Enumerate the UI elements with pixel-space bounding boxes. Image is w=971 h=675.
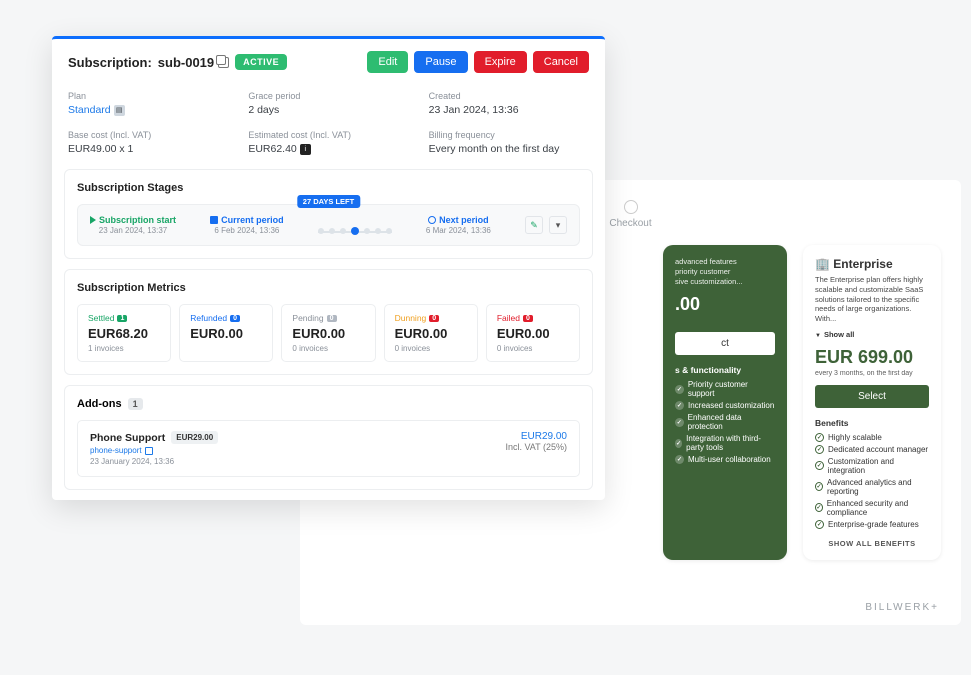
- brand-logo: BILLWERK+: [865, 602, 939, 613]
- play-icon: [90, 216, 96, 224]
- edit-button[interactable]: Edit: [367, 51, 408, 73]
- show-all-desc-button[interactable]: Show all: [815, 330, 929, 339]
- clock-icon: [428, 216, 436, 224]
- checkout-step-icon: [624, 200, 638, 214]
- calendar-icon: [210, 216, 218, 224]
- metric-pending: Pending0 EUR0.00 0 invoices: [281, 304, 375, 362]
- subscription-detail-modal: Subscription: sub-0019 ACTIVE Edit Pause…: [52, 36, 605, 500]
- addons-section: Add-ons 1 Phone Support EUR29.00 phone-s…: [64, 385, 593, 490]
- plan-card-enterprise: 🏢 Enterprise The Enterprise plan offers …: [803, 245, 941, 560]
- subscription-details-grid: Plan Standard▤ Grace period 2 days Creat…: [52, 85, 605, 169]
- expire-button[interactable]: Expire: [474, 51, 527, 73]
- stage-current: Current period 6 Feb 2024, 13:36: [210, 215, 284, 235]
- stages-section: Subscription Stages 27 DAYS LEFT Subscri…: [64, 169, 593, 259]
- metric-dunning: Dunning0 EUR0.00 0 invoices: [384, 304, 478, 362]
- metrics-section: Subscription Metrics Settled1 EUR68.20 1…: [64, 269, 593, 375]
- show-all-benefits-button[interactable]: SHOW ALL BENEFITS: [815, 539, 929, 548]
- status-badge: ACTIVE: [235, 54, 287, 70]
- subscription-id: sub-0019: [158, 55, 214, 70]
- stage-start: Subscription start 23 Jan 2024, 13:37: [90, 215, 176, 235]
- stage-next: Next period 6 Mar 2024, 13:36: [426, 215, 491, 235]
- select-plan-enterprise-button[interactable]: Select: [815, 385, 929, 408]
- copy-id-icon[interactable]: [218, 57, 229, 68]
- plan-enterprise-price: EUR 699.00: [815, 347, 929, 368]
- plan-enterprise-title: 🏢 Enterprise: [815, 257, 929, 271]
- pause-button[interactable]: Pause: [414, 51, 467, 73]
- days-left-badge: 27 DAYS LEFT: [297, 195, 360, 208]
- copy-addon-slug-icon[interactable]: [145, 447, 153, 455]
- addon-item: Phone Support EUR29.00 phone-support 23 …: [77, 420, 580, 477]
- checkout-step-label: Checkout: [609, 218, 651, 229]
- expand-stage-icon[interactable]: ▾: [549, 216, 567, 234]
- plan-card-pro: advanced features priority customer sive…: [663, 245, 787, 560]
- stage-progress-track: [318, 215, 392, 235]
- plan-link[interactable]: Standard▤: [68, 104, 228, 116]
- addon-price-pill: EUR29.00: [171, 431, 218, 444]
- metric-failed: Failed0 EUR0.00 0 invoices: [486, 304, 580, 362]
- edit-stage-icon[interactable]: ✎: [525, 216, 543, 234]
- cancel-button[interactable]: Cancel: [533, 51, 589, 73]
- addon-count-badge: 1: [128, 398, 143, 410]
- select-plan-pro-button[interactable]: ct: [675, 332, 775, 355]
- metric-settled: Settled1 EUR68.20 1 invoices: [77, 304, 171, 362]
- metric-refunded: Refunded0 EUR0.00: [179, 304, 273, 362]
- modal-title-prefix: Subscription:: [68, 55, 152, 70]
- addon-slug-link[interactable]: phone-support: [90, 446, 218, 455]
